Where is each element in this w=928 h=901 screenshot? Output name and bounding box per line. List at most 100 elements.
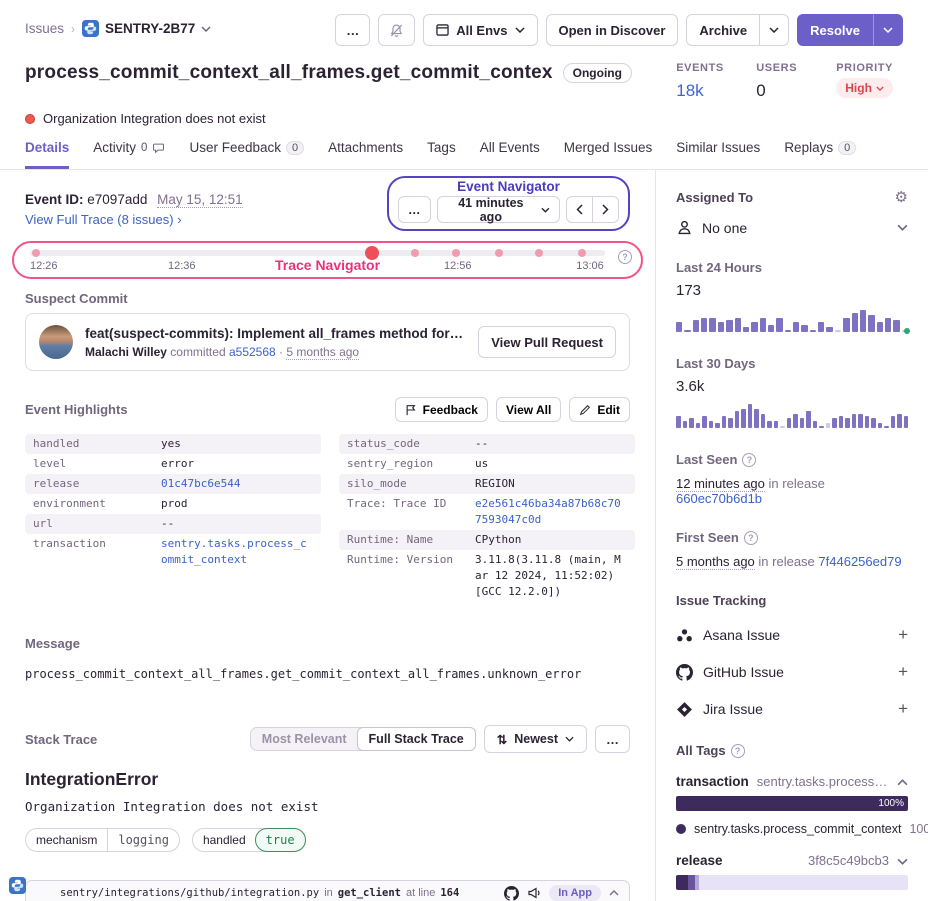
help-icon[interactable]: ? (744, 531, 758, 545)
chevron-down-icon (897, 224, 908, 231)
feedback-button[interactable]: Feedback (395, 397, 488, 422)
assigned-to-section: Assigned To ⚙ No one (676, 188, 908, 236)
chart-bar (787, 418, 792, 428)
trace-event-dot[interactable] (32, 249, 40, 257)
resolve-dropdown-button[interactable] (873, 14, 903, 46)
highlight-value[interactable]: sentry.tasks.process_commit_context (161, 536, 313, 568)
gear-icon[interactable]: ⚙ (895, 188, 908, 206)
trace-event-dot[interactable] (411, 249, 419, 257)
highlights-grid: handledyeslevelerrorrelease01c47bc6e544e… (25, 434, 630, 602)
first-seen-release-link[interactable]: 7f446256ed79 (818, 554, 901, 569)
chart-bar (776, 318, 782, 332)
tag-header[interactable]: transactionsentry.tasks.process_com… (676, 774, 908, 789)
help-icon[interactable]: ? (742, 453, 756, 467)
sidebar: Assigned To ⚙ No one Last 24 Hours 173 L… (655, 170, 928, 901)
tab-activity[interactable]: Activity0 (93, 140, 165, 169)
event-highlights-actions: Feedback View All Edit (395, 397, 630, 422)
asana-icon (676, 627, 693, 644)
frame-file-path: sentry/integrations/github/integration.p… (60, 887, 319, 899)
last-seen-release-link[interactable]: 660ec70b6d1b (676, 491, 762, 506)
tab-all-events[interactable]: All Events (480, 140, 540, 169)
issue-tracking-label: Jira Issue (703, 701, 763, 717)
chart-bar (676, 322, 682, 332)
tab-attachments[interactable]: Attachments (328, 140, 403, 169)
environment-filter-button[interactable]: All Envs (423, 14, 537, 46)
python-file-icon (9, 877, 26, 894)
mute-notifications-button[interactable] (378, 14, 415, 46)
tab-replays[interactable]: Replays0 (784, 140, 856, 169)
commit-age: 5 months ago (286, 345, 359, 360)
tag-header[interactable]: release3f8c5c49bcb3 (676, 853, 908, 868)
issue-tabs: Details Activity0 User Feedback0 Attachment… (0, 126, 928, 170)
trace-event-dot[interactable] (495, 249, 503, 257)
trace-event-dot[interactable] (452, 249, 460, 257)
stat-events: EVENTS 18k (676, 62, 724, 101)
tab-user-feedback[interactable]: User Feedback0 (189, 140, 304, 169)
previous-event-button[interactable] (566, 196, 593, 223)
more-options-button[interactable]: … (335, 14, 370, 46)
assignee-dropdown[interactable]: No one (676, 219, 908, 236)
view-pull-request-button[interactable]: View Pull Request (478, 326, 616, 358)
highlight-value[interactable]: 01c47bc6e544 (161, 476, 313, 492)
most-relevant-toggle[interactable]: Most Relevant (251, 728, 358, 750)
chevron-up-icon[interactable] (609, 890, 619, 896)
tag-distribution-list: transactionsentry.tasks.process_com…100%… (676, 774, 908, 901)
issue-tracking-rows: Asana Issue+GitHub Issue+Jira Issue+ (676, 625, 908, 719)
chart-bar (826, 423, 831, 428)
stack-frame-header[interactable]: sentry/integrations/github/integration.p… (26, 881, 629, 901)
full-stack-trace-toggle[interactable]: Full Stack Trace (357, 727, 476, 751)
open-in-discover-button[interactable]: Open in Discover (546, 14, 679, 46)
highlight-key: level (33, 456, 161, 472)
megaphone-icon[interactable] (527, 886, 541, 900)
chevron-down-icon (876, 86, 884, 91)
tab-tags[interactable]: Tags (427, 140, 456, 169)
feedback-label: Feedback (423, 403, 478, 417)
edit-label: Edit (597, 403, 620, 417)
chart-bar (741, 409, 746, 428)
trace-event-dot[interactable] (535, 249, 543, 257)
breadcrumb-issues-link[interactable]: Issues (25, 21, 64, 36)
tag-distribution-bar (676, 875, 908, 890)
highlight-row: silo_modeREGION (339, 474, 635, 494)
next-event-button[interactable] (593, 196, 619, 223)
stack-more-button[interactable]: … (595, 725, 630, 753)
add-issue-button[interactable]: + (898, 662, 908, 682)
annotation-key: mechanism (26, 829, 107, 851)
add-issue-button[interactable]: + (898, 699, 908, 719)
github-icon[interactable] (504, 886, 519, 901)
events-count[interactable]: 18k (676, 81, 724, 101)
archive-button[interactable]: Archive (686, 14, 760, 46)
sort-dropdown[interactable]: ⇅ Newest (484, 725, 587, 753)
add-issue-button[interactable]: + (898, 625, 908, 645)
chart-bar (774, 421, 779, 428)
commit-sha-link[interactable]: a552568 (229, 345, 276, 359)
priority-dropdown[interactable]: High (836, 78, 893, 98)
chart-bar (689, 418, 694, 428)
event-age-dropdown[interactable]: 41 minutes ago (437, 196, 561, 223)
event-more-button[interactable]: … (398, 196, 431, 223)
trace-help-icon[interactable]: ? (618, 247, 632, 265)
resolve-button[interactable]: Resolve (797, 14, 873, 46)
chart-bar (709, 421, 714, 428)
event-navigator-label: Event Navigator (398, 179, 619, 194)
breadcrumb-issue[interactable]: SENTRY-2B77 (82, 20, 211, 37)
trace-event-dot[interactable] (578, 249, 586, 257)
last-24h-section: Last 24 Hours 173 (676, 260, 908, 332)
archive-dropdown-button[interactable] (760, 14, 789, 46)
help-icon[interactable]: ? (731, 744, 745, 758)
trace-timeline[interactable] (30, 250, 605, 256)
event-id-label: Event ID: (25, 192, 84, 207)
annotation-key: handled (193, 829, 256, 851)
view-all-button[interactable]: View All (496, 397, 561, 422)
view-full-trace-link[interactable]: View Full Trace (8 issues) › (25, 212, 182, 227)
edit-button[interactable]: Edit (569, 397, 630, 422)
first-seen-line: 5 months ago in release 7f446256ed79 (676, 554, 908, 569)
users-count[interactable]: 0 (756, 81, 804, 101)
question-icon: ? (618, 250, 632, 264)
tab-details[interactable]: Details (25, 140, 69, 169)
frame-header-icons: In App (504, 885, 619, 901)
tab-merged-issues[interactable]: Merged Issues (564, 140, 653, 169)
tab-similar-issues[interactable]: Similar Issues (676, 140, 760, 169)
highlight-value: REGION (475, 476, 627, 492)
highlight-value[interactable]: e2e561c46ba34a87b68c707593047c0d (475, 496, 627, 528)
